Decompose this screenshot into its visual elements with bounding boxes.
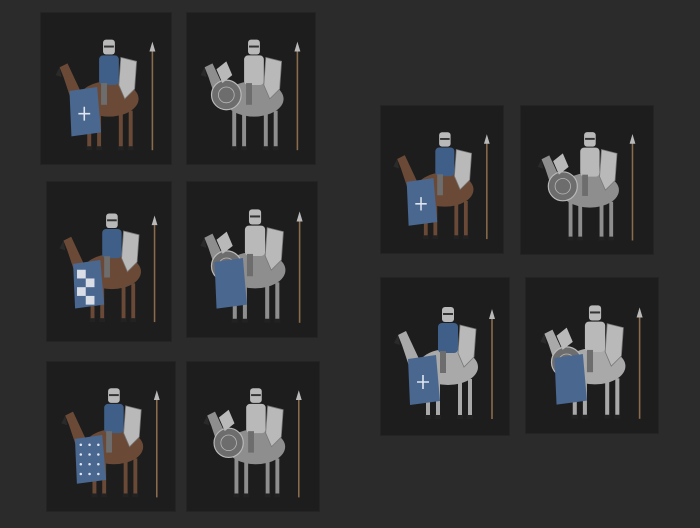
thumbnail-knight-variant-1[interactable]	[40, 12, 172, 165]
thumbnail-knight-variant-3[interactable]	[46, 181, 172, 342]
thumbnail-knight-variant-7[interactable]	[380, 105, 504, 254]
knight-render	[540, 305, 643, 419]
knight-render	[55, 39, 156, 151]
thumbnail-grid	[0, 0, 700, 528]
thumbnail-knight-variant-6[interactable]	[186, 361, 320, 512]
thumbnail-knight-variant-4[interactable]	[186, 181, 318, 338]
thumbnail-knight-variant-5[interactable]	[46, 361, 176, 512]
thumbnail-knight-variant-9[interactable]	[380, 277, 510, 436]
thumbnail-knight-variant-10[interactable]	[525, 277, 659, 434]
knight-render	[393, 132, 490, 240]
knight-render	[394, 307, 495, 419]
thumbnail-knight-variant-8[interactable]	[520, 105, 654, 255]
knight-render	[537, 132, 636, 241]
knight-render	[200, 39, 301, 151]
knight-render	[200, 209, 303, 323]
knight-render	[59, 213, 158, 323]
knight-render	[61, 388, 160, 498]
thumbnail-knight-variant-2[interactable]	[186, 12, 316, 165]
knight-render	[203, 388, 302, 498]
